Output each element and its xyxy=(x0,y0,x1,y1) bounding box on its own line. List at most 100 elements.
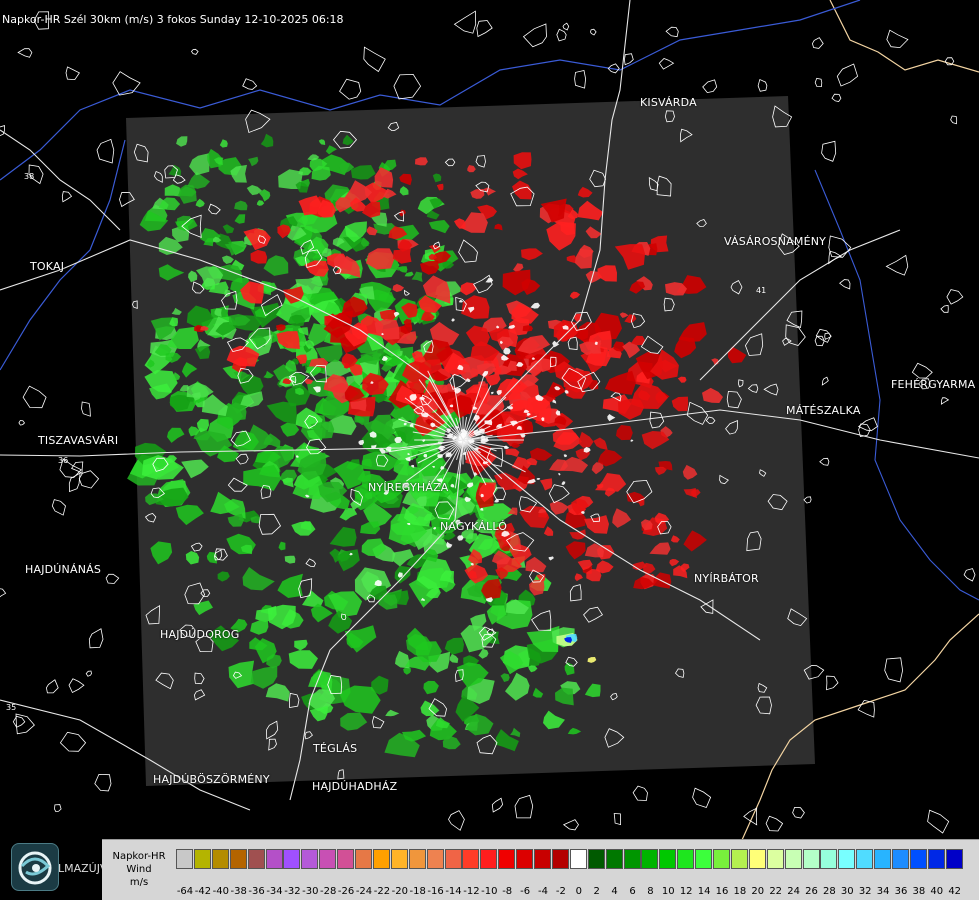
legend-swatch xyxy=(802,849,820,869)
legend-tick-label: 30 xyxy=(840,886,854,897)
legend-tick-label: -26 xyxy=(337,886,355,897)
settlement-outline xyxy=(963,568,976,582)
legend-swatch xyxy=(283,849,301,869)
legend-swatch xyxy=(211,849,229,869)
map-viewport: Napkor-HR Szél 30km (m/s) 3 fokos Sunday… xyxy=(0,0,979,900)
legend-tick-label: 34 xyxy=(876,886,890,897)
legend-swatch xyxy=(372,849,390,869)
legend-swatch xyxy=(408,849,426,869)
settlement-outline xyxy=(632,785,648,801)
legend-swatch xyxy=(569,849,587,869)
settlement-outline xyxy=(814,77,823,88)
legend-swatch xyxy=(301,849,319,869)
settlement-outline xyxy=(0,588,7,598)
legend-swatch xyxy=(927,849,945,869)
settlement-outline xyxy=(476,20,493,38)
settlement-outline xyxy=(85,670,92,677)
settlement-outline xyxy=(491,797,504,813)
legend-tick-label: 28 xyxy=(823,886,836,897)
city-label-tokaj: TOKAJ xyxy=(30,260,65,273)
legend-swatch xyxy=(193,849,211,869)
legend-swatch xyxy=(945,849,963,869)
legend-swatch xyxy=(355,849,372,869)
legend-swatch xyxy=(176,849,193,869)
legend-swatch xyxy=(713,849,730,869)
road-number-label: 36 xyxy=(58,456,69,465)
legend-tick-label: -16 xyxy=(427,886,444,897)
legend-swatch xyxy=(337,849,355,869)
legend-swatch xyxy=(730,849,748,869)
settlement-outline xyxy=(45,679,59,694)
swirl-logo-icon xyxy=(11,843,59,891)
settlement-outline xyxy=(814,335,825,347)
legend-swatch xyxy=(247,849,265,869)
settlement-outline xyxy=(81,401,91,417)
settlement-outline xyxy=(242,78,258,90)
legend-swatch xyxy=(874,849,892,869)
settlement-outline xyxy=(574,70,587,89)
settlement-outline xyxy=(59,731,87,752)
settlement-outline xyxy=(819,457,830,466)
legend-tick-label: -20 xyxy=(391,886,408,897)
settlement-outline xyxy=(562,22,570,31)
settlement-outline xyxy=(824,332,832,340)
legend-tick-label: -8 xyxy=(502,886,513,897)
settlement-outline xyxy=(821,140,837,162)
legend-tick-label: 38 xyxy=(912,886,926,897)
settlement-outline xyxy=(339,78,362,100)
settlement-outline xyxy=(18,420,26,426)
legend-swatch xyxy=(265,849,283,869)
legend-tick-label: 42 xyxy=(948,886,962,897)
legend-tick-label: -22 xyxy=(373,886,391,897)
settlement-outline xyxy=(911,362,933,379)
legend-swatch xyxy=(390,849,408,869)
legend-tick-label: 14 xyxy=(697,886,711,897)
legend-swatch xyxy=(659,849,677,869)
legend-tick-label: -12 xyxy=(463,886,480,897)
settlement-outline xyxy=(514,794,534,819)
legend-swatch xyxy=(587,849,605,869)
legend-tick-label: 0 xyxy=(575,886,582,897)
legend-swatch xyxy=(838,849,856,869)
settlement-outline xyxy=(765,815,784,832)
legend-tick-label: -10 xyxy=(481,886,498,897)
road-number-label: 38 xyxy=(24,172,35,181)
legend-tick-label: -34 xyxy=(266,886,283,897)
settlement-outline xyxy=(22,385,47,409)
settlement-outline xyxy=(702,79,718,94)
settlement-outline xyxy=(757,78,768,92)
settlement-outline xyxy=(839,279,851,290)
settlement-outline xyxy=(12,715,26,728)
legend-tick-label: 2 xyxy=(593,886,600,897)
legend-swatch xyxy=(480,849,498,869)
legend-tick-label: -36 xyxy=(248,886,265,897)
settlement-outline xyxy=(927,809,950,834)
legend-tick-label: -30 xyxy=(302,886,319,897)
road-number-label: 41 xyxy=(756,286,767,295)
road-number-label: 35 xyxy=(6,703,17,712)
legend-swatch xyxy=(462,849,480,869)
city-label-hajdudorog: HAJDÚDOROG xyxy=(160,628,240,641)
settlement-outline xyxy=(831,93,842,102)
legend-tick-label: 12 xyxy=(679,886,693,897)
legend-swatch xyxy=(784,849,802,869)
legend-swatch xyxy=(229,849,247,869)
settlement-outline xyxy=(88,628,104,649)
settlement-outline xyxy=(590,28,597,36)
settlement-outline xyxy=(665,26,679,38)
legend-tick-label: -42 xyxy=(194,886,212,897)
settlement-outline xyxy=(17,48,33,58)
legend-swatch xyxy=(444,849,462,869)
city-label-hajdunanas: HAJDÚNÁNÁS xyxy=(25,563,102,576)
city-label-nyirbator: NYÍRBÁTOR xyxy=(694,572,759,585)
settlement-outline xyxy=(562,819,579,831)
city-label-tiszavasvari: TISZAVASVÁRI xyxy=(38,434,119,447)
legend-swatch xyxy=(498,849,516,869)
city-label-nyiregyhaza: NYÍREGYHÁZA xyxy=(368,481,449,494)
legend-tick-label: 20 xyxy=(751,886,765,897)
legend-tick-label: -18 xyxy=(409,886,426,897)
settlement-outline xyxy=(96,138,115,164)
legend-tick-label: 22 xyxy=(769,886,783,897)
legend-tick-label: -40 xyxy=(212,886,229,897)
legend-tick-label: -64 xyxy=(176,886,194,897)
